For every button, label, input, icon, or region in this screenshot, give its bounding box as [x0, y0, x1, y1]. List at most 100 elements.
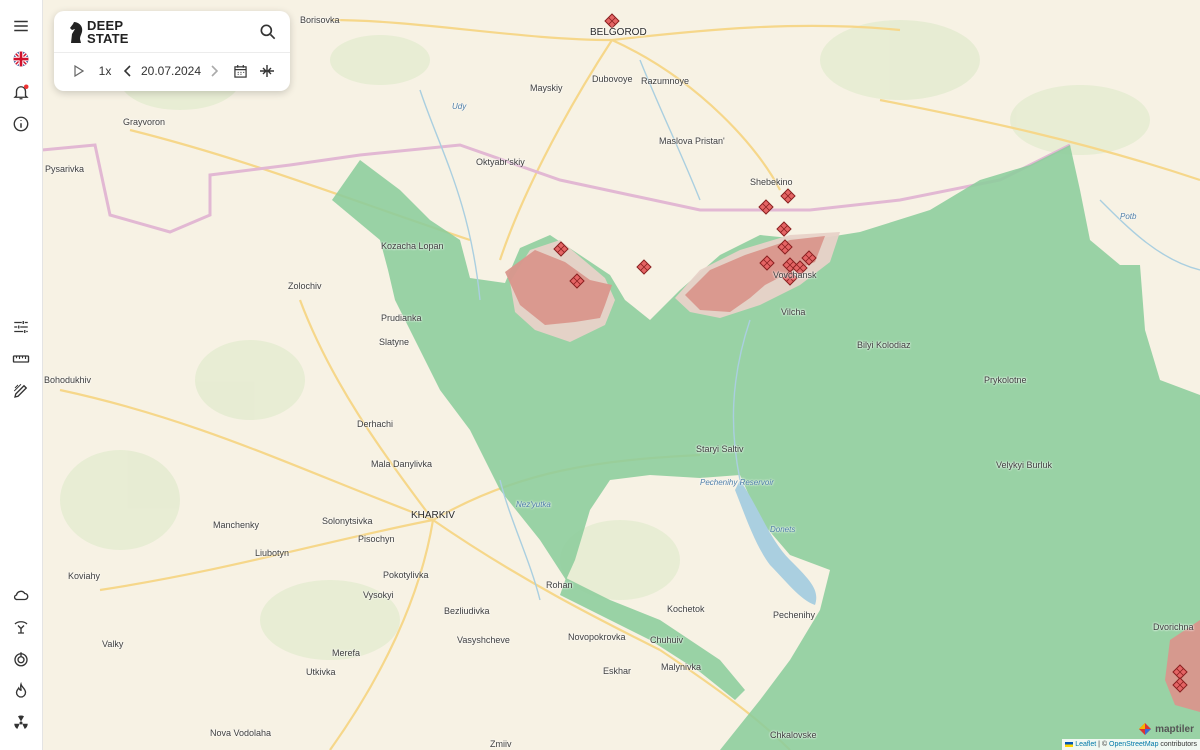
power-icon [14, 652, 28, 667]
edit-icon [13, 383, 28, 398]
place-label-zmiiv: Zmiiv [490, 739, 512, 749]
chevron-left-icon [124, 65, 131, 77]
water-label-donets: Donets [770, 525, 796, 534]
logo[interactable]: DEEP STATE [68, 19, 129, 45]
menu-icon [14, 20, 28, 32]
place-labels: Borisovka BELGOROD Mayskiy Dubovoye Razumnoy… [0, 0, 1200, 750]
calendar-icon [233, 64, 247, 78]
menu-button[interactable] [6, 11, 36, 41]
satellite-icon [14, 621, 28, 634]
place-label-malynivka: Malynivka [661, 662, 702, 672]
notifications-button[interactable] [6, 77, 36, 107]
place-label-dvorichna: Dvorichna [1153, 622, 1194, 632]
knight-logo-icon [70, 22, 83, 43]
water-label-pechenihy-reservoir: Pechenihy Reservoir [700, 478, 774, 487]
place-label-kharkiv: KHARKIV [411, 510, 455, 521]
place-label-solonytsivka: Solonytsivka [322, 516, 373, 526]
place-label-zolochiv: Zolochiv [288, 281, 322, 291]
ruler-icon [12, 355, 30, 363]
compare-button[interactable] [256, 60, 278, 82]
ukraine-flag-icon [1065, 741, 1074, 747]
water-label-potb: Potb [1120, 212, 1137, 221]
place-label-prykolotne: Prykolotne [984, 375, 1027, 385]
place-label-bezliudivka: Bezliudivka [444, 606, 490, 616]
search-button[interactable] [258, 22, 278, 42]
bell-icon [13, 84, 29, 100]
info-icon [13, 116, 29, 132]
prev-date-button[interactable] [120, 60, 136, 82]
calendar-button[interactable] [230, 60, 250, 82]
place-label-vilcha: Vilcha [781, 307, 806, 317]
place-label-pisochyn: Pisochyn [358, 534, 395, 544]
place-label-derhachi: Derhachi [357, 419, 394, 429]
maptiler-logo[interactable]: maptiler [1138, 722, 1194, 736]
place-label-dubovoye: Dubovoye [592, 74, 633, 84]
play-button[interactable] [70, 60, 88, 82]
speed-button[interactable]: 1x [94, 60, 116, 82]
place-label-liubotyn: Liubotyn [255, 548, 290, 558]
place-label-prudianka: Prudianka [381, 313, 422, 323]
panel-divider [54, 52, 290, 53]
place-label-vasyshcheve: Vasyshcheve [457, 635, 510, 645]
place-label-valky: Valky [102, 639, 124, 649]
water-label-udy: Udy [452, 102, 467, 111]
place-label-slatyne: Slatyne [379, 337, 410, 347]
power-button[interactable] [6, 644, 36, 674]
place-label-maslova-pristan-: Maslova Pristan' [659, 136, 725, 146]
place-label-staryi-saltiv: Staryi Saltiv [696, 444, 744, 454]
place-label-eskhar: Eskhar [603, 666, 632, 676]
play-icon [74, 65, 84, 77]
fire-button[interactable] [6, 676, 36, 706]
place-label-razumnoye: Razumnoye [641, 76, 690, 86]
place-label-vysokyi: Vysokyi [363, 590, 394, 600]
place-label-vovchansk: Vovchansk [773, 270, 817, 280]
place-label-novopokrovka: Novopokrovka [568, 632, 626, 642]
filters-button[interactable] [6, 312, 36, 342]
sliders-icon [14, 321, 28, 333]
place-label-pysarivka: Pysarivka [45, 164, 85, 174]
control-panel: DEEP STATE 1x 20.07.2024 [54, 11, 290, 91]
place-label-rohan: Rohan [546, 580, 573, 590]
ruler-button[interactable] [6, 344, 36, 374]
osm-link[interactable]: OpenStreetMap [1109, 741, 1158, 748]
place-label-borisovka: Borisovka [300, 15, 340, 25]
satellite-button[interactable] [6, 612, 36, 642]
place-label-kochetok: Kochetok [667, 604, 705, 614]
place-label-oktyabr-skiy: Oktyabr'skiy [476, 157, 525, 167]
uk-flag-icon [13, 51, 29, 67]
compare-icon [260, 65, 274, 77]
maptiler-icon [1139, 723, 1152, 735]
place-label-grayvoron: Grayvoron [123, 117, 166, 127]
weather-button[interactable] [6, 580, 36, 610]
logo-line2: STATE [87, 31, 129, 46]
place-label-velykyi-burluk: Velykyi Burluk [996, 460, 1053, 470]
place-label-chuhuiv: Chuhuiv [650, 635, 684, 645]
place-label-kozacha-lopan: Kozacha Lopan [381, 241, 444, 251]
place-label-chkalovske: Chkalovske [770, 730, 817, 740]
place-label-mala-danylivka: Mala Danylivka [371, 459, 433, 469]
cloud-icon [13, 590, 29, 601]
fire-icon [15, 682, 27, 698]
attribution-contributors: contributors [1158, 741, 1197, 748]
radiation-button[interactable] [6, 708, 36, 738]
date-display[interactable]: 20.07.2024 [140, 60, 202, 82]
search-icon [260, 24, 276, 40]
place-label-merefa: Merefa [332, 648, 361, 658]
place-label-nova-vodolaha: Nova Vodolaha [210, 728, 272, 738]
language-button[interactable] [6, 44, 36, 74]
place-label-mayskiy: Mayskiy [530, 83, 563, 93]
place-label-bohodukhiv: Bohodukhiv [44, 375, 92, 385]
chevron-right-icon [211, 65, 218, 77]
info-button[interactable] [6, 109, 36, 139]
place-label-manchenky: Manchenky [213, 520, 260, 530]
radiation-icon [14, 715, 28, 729]
sidebar [0, 0, 43, 750]
leaflet-link[interactable]: Leaflet [1075, 741, 1096, 748]
place-label-koviahy: Koviahy [68, 571, 101, 581]
place-label-pokotylivka: Pokotylivka [383, 570, 429, 580]
next-date-button[interactable] [206, 60, 222, 82]
draw-button[interactable] [6, 376, 36, 406]
water-label-nez-yutka: Nez'yutka [516, 500, 551, 509]
map-attribution: Leaflet | © OpenStreetMap contributors [1062, 739, 1200, 750]
attribution-separator: | © [1096, 741, 1110, 748]
